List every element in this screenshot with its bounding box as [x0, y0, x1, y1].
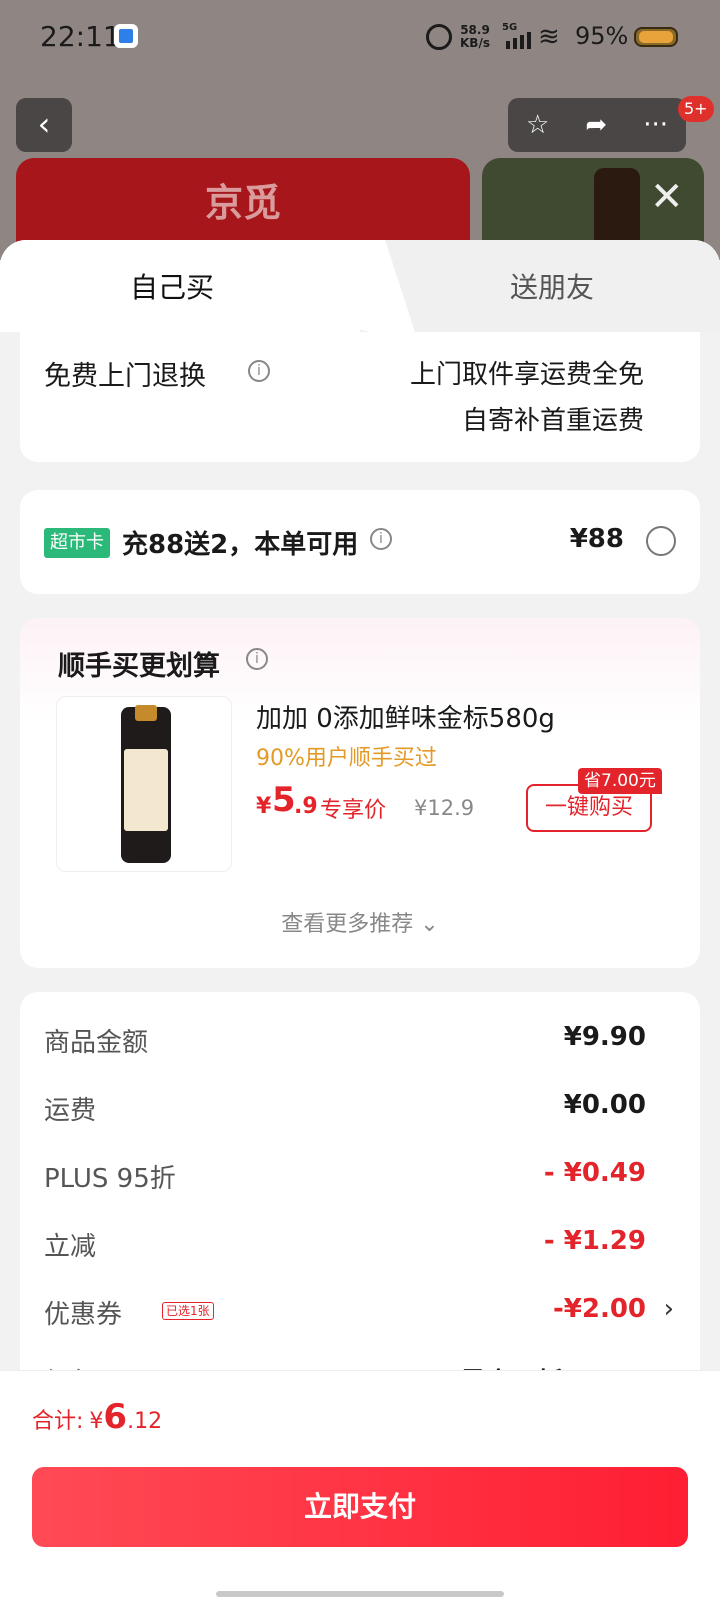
total-amount: 合计: ¥6.12	[32, 1397, 162, 1437]
info-icon[interactable]: i	[246, 648, 268, 670]
notification-badge: 5+	[678, 96, 714, 122]
recommend-card: 顺手买更划算 i 加加 0添加鲜味金标580g 90%用户顺手买过 ¥ 5 .9…	[20, 618, 700, 968]
original-price: ¥12.9	[414, 796, 475, 820]
alarm-icon	[426, 24, 452, 50]
total-symbol: ¥	[89, 1409, 104, 1434]
price-decimal: .9	[294, 794, 318, 819]
select-radio[interactable]	[646, 526, 676, 556]
checkout-footer: 合计: ¥6.12 立即支付	[0, 1370, 720, 1600]
battery-percent: 95%	[575, 22, 629, 50]
status-time: 22:11	[40, 20, 121, 53]
recommend-title: 顺手买更划算	[58, 651, 220, 682]
tab-send-friend[interactable]: 送朋友	[510, 266, 594, 306]
status-bar: 22:11 58.9 KB/s 5G ≋ 95%	[0, 0, 720, 76]
summary-row: 立减 - ¥1.29	[44, 1226, 646, 1266]
exclusive-price-label: 专享价	[320, 798, 387, 823]
share-icon[interactable]: ➦	[585, 110, 607, 140]
supermarket-card-tag: 超市卡	[44, 528, 110, 558]
summary-value: - ¥1.29	[543, 1226, 646, 1256]
supermarket-card-row[interactable]: 超市卡 充88送2，本单可用 i ¥88	[20, 490, 700, 594]
summary-label: 优惠券	[44, 1300, 123, 1330]
star-icon[interactable]: ☆	[526, 110, 549, 140]
signal-bars-icon	[506, 32, 531, 49]
coupon-selected-tag: 已选1张	[162, 1302, 214, 1320]
battery-icon	[634, 27, 678, 47]
info-icon[interactable]: i	[248, 360, 270, 382]
price-integer: 5	[272, 780, 296, 820]
summary-value: ¥0.00	[563, 1090, 646, 1120]
info-icon[interactable]: i	[370, 528, 392, 550]
more-recommendations-link[interactable]: 查看更多推荐 ⌄	[20, 906, 700, 938]
total-integer: 6	[103, 1397, 128, 1437]
nav-action-group: ☆ ➦ ···	[508, 98, 686, 152]
product-subtitle: 90%用户顺手买过	[256, 746, 437, 771]
network-speed: 58.9 KB/s	[460, 23, 490, 50]
soy-sauce-bottle-icon	[121, 705, 171, 863]
pay-now-button[interactable]: 立即支付	[32, 1467, 688, 1547]
jingmi-logo: 京觅	[204, 181, 281, 225]
return-title: 免费上门退换	[44, 361, 206, 392]
product-name[interactable]: 加加 0添加鲜味金标580g	[256, 698, 555, 735]
close-icon[interactable]: ✕	[650, 174, 684, 220]
more-icon[interactable]: ···	[643, 110, 668, 140]
background-page: 22:11 58.9 KB/s 5G ≋ 95% ‹ ☆ ➦ ··· 5+ 京觅 …	[0, 0, 720, 260]
return-line-2: 自寄补首重运费	[461, 406, 644, 436]
product-image[interactable]	[56, 696, 232, 872]
summary-value: -¥2.00	[552, 1294, 646, 1324]
summary-label: 商品金额	[44, 1028, 149, 1058]
tab-bar: 自己买 送朋友	[0, 240, 720, 332]
summary-label: 运费	[44, 1096, 97, 1126]
price-symbol: ¥	[256, 794, 272, 819]
summary-label: 立减	[44, 1232, 97, 1262]
summary-label: PLUS 95折	[44, 1164, 176, 1194]
summary-row: 运费 ¥0.00	[44, 1090, 646, 1130]
price-summary-card: 商品金额 ¥9.90 运费 ¥0.00 PLUS 95折 - ¥0.49 立减 …	[20, 992, 700, 1412]
signal-type: 5G	[502, 22, 518, 33]
return-service-card: 免费上门退换 i 上门取件享运费全免 自寄补首重运费	[20, 332, 700, 462]
summary-row: 商品金额 ¥9.90	[44, 1022, 646, 1062]
back-button[interactable]: ‹	[16, 98, 72, 152]
supermarket-card-price: ¥88	[569, 524, 624, 554]
home-indicator[interactable]	[216, 1591, 504, 1597]
wifi-icon: ≋	[538, 22, 560, 52]
coupon-row[interactable]: 优惠券 已选1张 -¥2.00	[44, 1294, 646, 1334]
app-notification-icon	[114, 24, 138, 48]
total-decimal: .12	[127, 1409, 163, 1434]
summary-value: - ¥0.49	[543, 1158, 646, 1188]
return-line-1: 上门取件享运费全免	[409, 360, 644, 390]
supermarket-card-text: 充88送2，本单可用	[122, 530, 359, 560]
save-badge: 省7.00元	[578, 768, 662, 794]
tab-self-buy[interactable]: 自己买	[130, 266, 214, 306]
chevron-right-icon[interactable]: ›	[664, 1294, 674, 1324]
summary-row: PLUS 95折 - ¥0.49	[44, 1158, 646, 1198]
total-label: 合计:	[32, 1409, 84, 1434]
summary-value: ¥9.90	[563, 1022, 646, 1052]
